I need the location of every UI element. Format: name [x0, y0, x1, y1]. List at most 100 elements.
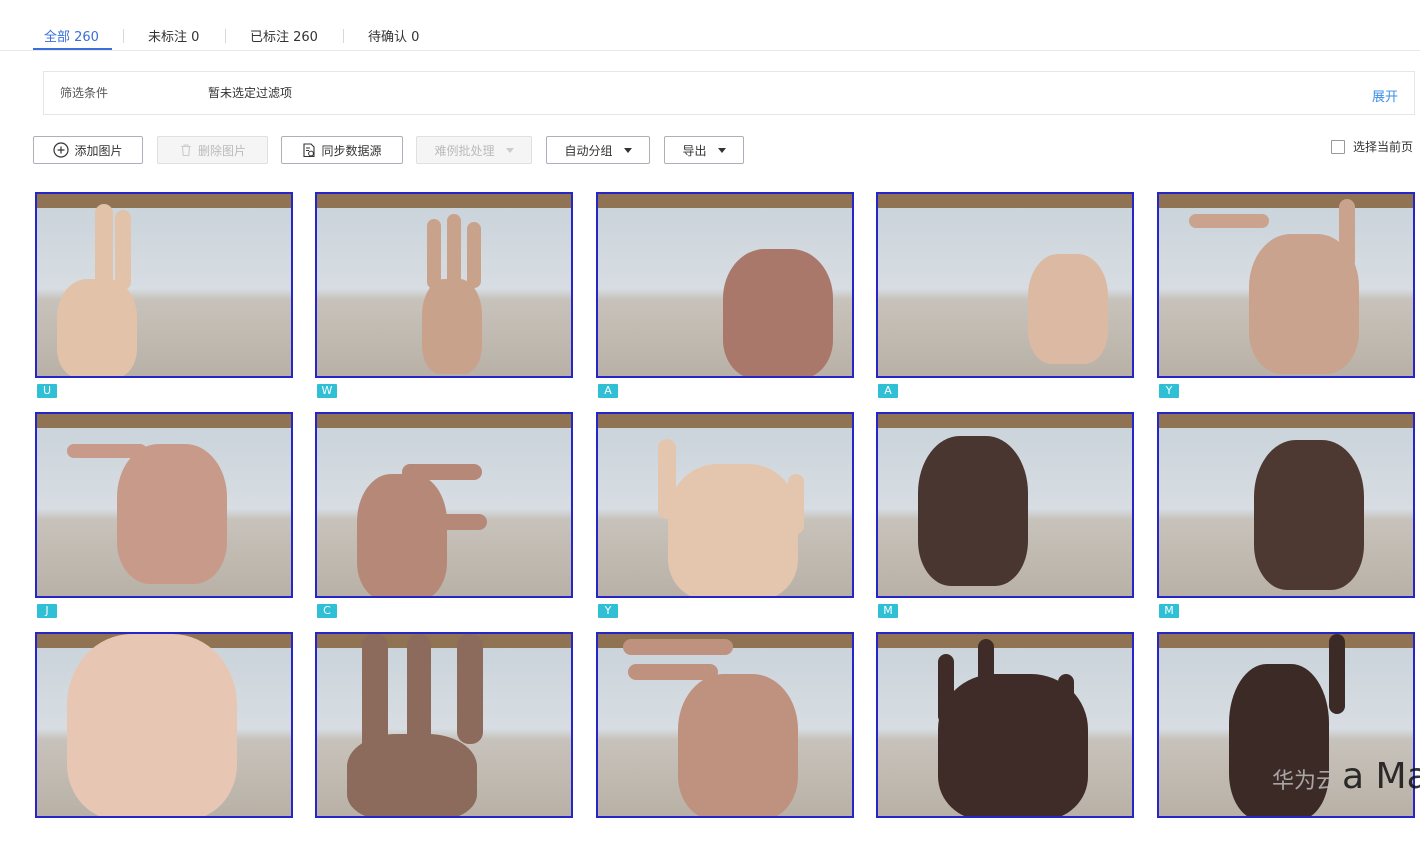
sync-document-icon — [303, 142, 316, 157]
filter-value: 暂未选定过滤项 — [208, 86, 293, 100]
label-tag: Y — [1159, 384, 1179, 398]
image-card[interactable] — [596, 632, 854, 842]
image-card[interactable]: Y — [596, 412, 854, 622]
image-thumbnail[interactable] — [596, 412, 854, 598]
hand-finger — [628, 664, 718, 680]
image-thumbnail[interactable] — [35, 192, 293, 378]
image-thumbnail[interactable] — [876, 412, 1134, 598]
image-card[interactable]: M — [1157, 412, 1415, 622]
delete-image-button[interactable]: 删除图片 — [157, 136, 268, 164]
image-card[interactable]: Y — [1157, 192, 1415, 402]
auto-group-label: 自动分组 — [564, 143, 613, 158]
photo-ceiling-edge — [317, 634, 571, 648]
image-card[interactable]: U — [35, 192, 293, 402]
label-tag: A — [598, 384, 618, 398]
image-thumbnail[interactable] — [315, 192, 573, 378]
image-thumbnail[interactable] — [315, 412, 573, 598]
hand-gesture — [668, 464, 798, 596]
hand-gesture — [117, 444, 227, 584]
hand-finger — [788, 474, 804, 534]
export-label: 导出 — [682, 143, 707, 158]
label-tag: W — [317, 384, 337, 398]
label-tag: M — [878, 604, 898, 618]
select-current-page[interactable]: 选择当前页 — [1331, 138, 1413, 155]
auto-group-dropdown[interactable]: 自动分组 — [546, 136, 650, 164]
label-tag: J — [37, 604, 57, 618]
image-thumbnail[interactable] — [596, 632, 854, 818]
photo-ceiling-edge — [37, 194, 291, 208]
filter-expand-link[interactable]: 展开 — [1372, 86, 1398, 105]
tab-all[interactable]: 全部 260 — [44, 26, 99, 50]
image-card[interactable]: A — [596, 192, 854, 402]
hand-finger — [658, 439, 676, 519]
filter-label: 筛选条件 — [60, 86, 109, 100]
image-card[interactable]: J — [35, 412, 293, 622]
hand-finger — [467, 222, 481, 288]
image-thumbnail[interactable] — [1157, 192, 1415, 378]
watermark: 华为云a Made — [1272, 756, 1420, 797]
export-dropdown[interactable]: 导出 — [664, 136, 744, 164]
hand-gesture — [357, 474, 447, 596]
hand-finger — [407, 634, 431, 749]
tab-separator — [123, 29, 124, 43]
image-card[interactable] — [35, 632, 293, 842]
tab-labeled[interactable]: 已标注 260 — [250, 26, 318, 50]
active-tab-indicator — [33, 48, 112, 50]
hand-finger — [67, 444, 147, 458]
select-page-checkbox[interactable] — [1331, 139, 1345, 154]
add-image-label: 添加图片 — [74, 143, 123, 158]
tab-unlabeled[interactable]: 未标注 0 — [148, 26, 199, 50]
hand-finger — [147, 694, 177, 816]
hand-finger — [95, 204, 113, 294]
image-card[interactable] — [315, 632, 573, 842]
hand-finger — [115, 210, 131, 290]
label-tag: C — [317, 604, 337, 618]
hand-finger — [427, 219, 441, 289]
hand-finger — [402, 464, 482, 480]
delete-image-label: 删除图片 — [197, 143, 246, 158]
image-thumbnail[interactable] — [1157, 412, 1415, 598]
trash-icon — [180, 144, 191, 157]
image-thumbnail[interactable] — [876, 192, 1134, 378]
image-thumbnail[interactable] — [315, 632, 573, 818]
tab-pending[interactable]: 待确认 0 — [368, 26, 419, 50]
image-card[interactable] — [876, 632, 1134, 842]
hand-finger — [457, 634, 483, 744]
image-card[interactable]: A — [876, 192, 1134, 402]
filter-panel: 筛选条件 暂未选定过滤项 展开 — [43, 71, 1415, 115]
label-tag: Y — [598, 604, 618, 618]
hard-case-batch-button[interactable]: 难例批处理 — [416, 136, 532, 164]
image-thumbnail[interactable] — [596, 192, 854, 378]
hard-case-batch-label: 难例批处理 — [434, 143, 495, 158]
hand-gesture — [1254, 440, 1364, 590]
hand-gesture — [678, 674, 798, 816]
photo-ceiling-edge — [317, 194, 571, 208]
hand-finger — [623, 639, 733, 655]
hand-finger — [938, 654, 954, 724]
hand-finger — [978, 639, 994, 709]
image-thumbnail[interactable] — [876, 632, 1134, 818]
image-thumbnail[interactable] — [35, 412, 293, 598]
image-card[interactable]: W — [315, 192, 573, 402]
sync-datasource-button[interactable]: 同步数据源 — [281, 136, 403, 164]
select-page-label: 选择当前页 — [1353, 140, 1414, 154]
hand-gesture — [422, 279, 482, 374]
hand-finger — [407, 514, 487, 530]
photo-ceiling-edge — [878, 414, 1132, 428]
image-card[interactable]: C — [315, 412, 573, 622]
image-thumbnail[interactable] — [35, 632, 293, 818]
tab-separator — [343, 29, 344, 43]
label-tag: U — [37, 384, 57, 398]
tab-bar: 全部 260 未标注 0 已标注 260 待确认 0 — [0, 0, 1420, 51]
photo-ceiling-edge — [37, 414, 291, 428]
label-tag: M — [1159, 604, 1179, 618]
add-image-button[interactable]: 添加图片 — [33, 136, 143, 164]
chevron-down-icon — [623, 147, 632, 153]
chevron-down-icon — [505, 147, 514, 153]
label-tag: A — [878, 384, 898, 398]
image-card[interactable] — [1157, 632, 1415, 842]
photo-ceiling-edge — [878, 634, 1132, 648]
photo-ceiling-edge — [1159, 194, 1413, 208]
image-card[interactable]: M — [876, 412, 1134, 622]
plus-circle-icon — [53, 142, 70, 158]
